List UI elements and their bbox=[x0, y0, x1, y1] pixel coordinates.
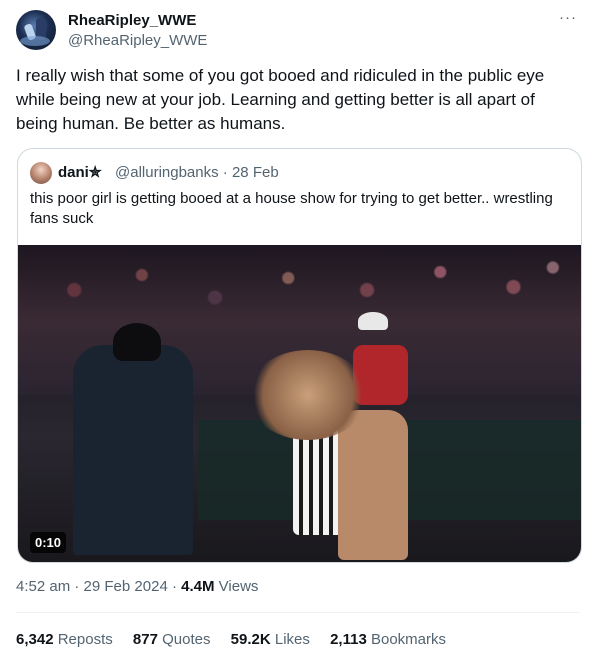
video-wrestler-hair bbox=[248, 350, 368, 440]
quoted-author-handle[interactable]: @alluringbanks bbox=[115, 164, 219, 181]
author-avatar[interactable] bbox=[16, 10, 56, 50]
bookmarks-stat[interactable]: 2,113 Bookmarks bbox=[330, 631, 446, 648]
quoted-author-meta: @alluringbanks · 28 Feb bbox=[115, 164, 279, 181]
video-guard-cap bbox=[113, 323, 161, 361]
video-duration-badge: 0:10 bbox=[30, 532, 67, 553]
quoted-tweet-text: this poor girl is getting booed at a hou… bbox=[30, 190, 553, 227]
quoted-tweet[interactable]: dani✮ @alluringbanks · 28 Feb this poor … bbox=[17, 148, 582, 563]
engagement-stats: 6,342 Reposts 877 Quotes 59.2K Likes 2,1… bbox=[16, 631, 462, 648]
tweet-timestamp-line: 4:52 am · 29 Feb 2024 · 4.4M Views bbox=[16, 578, 259, 595]
more-options-icon[interactable]: ··· bbox=[556, 9, 580, 33]
video-security-guard bbox=[73, 345, 193, 555]
quoted-author-avatar[interactable] bbox=[30, 162, 52, 184]
quoted-date[interactable]: 28 Feb bbox=[232, 164, 279, 181]
video-wrestler bbox=[338, 410, 408, 560]
author-handle[interactable]: @RheaRipley_WWE bbox=[68, 32, 207, 49]
reposts-stat[interactable]: 6,342 Reposts bbox=[16, 631, 113, 648]
tweet-time[interactable]: 4:52 am bbox=[16, 578, 70, 595]
likes-stat[interactable]: 59.2K Likes bbox=[231, 631, 310, 648]
tweet-header: RheaRipley_WWE @RheaRipley_WWE ··· bbox=[16, 9, 580, 53]
video-fan-cap bbox=[358, 312, 388, 330]
author-name[interactable]: RheaRipley_WWE bbox=[68, 12, 196, 29]
quoted-video[interactable]: 0:10 bbox=[18, 245, 581, 562]
divider bbox=[16, 612, 580, 613]
views-label: Views bbox=[218, 578, 259, 595]
views-count: 4.4M bbox=[181, 578, 215, 595]
quotes-stat[interactable]: 877 Quotes bbox=[133, 631, 211, 648]
tweet-text: I really wish that some of you got booed… bbox=[16, 66, 545, 133]
quoted-author-name[interactable]: dani✮ bbox=[58, 161, 101, 185]
tweet-date[interactable]: 29 Feb 2024 bbox=[84, 578, 168, 595]
